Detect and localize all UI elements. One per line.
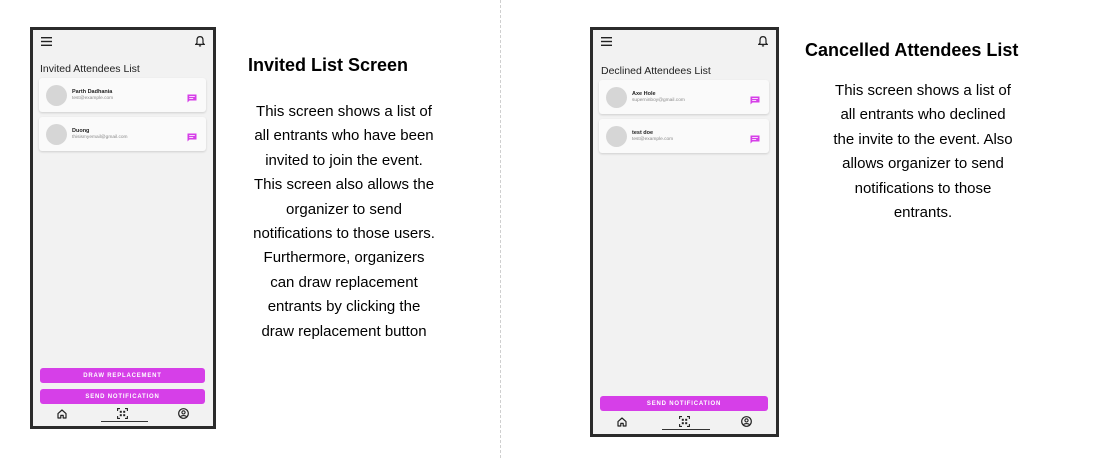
attendee-card[interactable]: test doe test@example.com	[599, 119, 769, 153]
send-notification-button[interactable]: SEND NOTIFICATION	[40, 389, 205, 404]
attendee-name: Axe Hole	[632, 90, 656, 97]
hamburger-menu-icon[interactable]	[601, 36, 612, 46]
declined-list-phone-screen: Declined Attendees List Axe Hole superni…	[590, 27, 779, 437]
attendee-card[interactable]: Duong thisismyemail@gmail.com	[39, 117, 206, 151]
bell-icon[interactable]	[758, 35, 768, 47]
home-icon[interactable]	[57, 406, 67, 424]
hamburger-menu-icon[interactable]	[41, 36, 52, 46]
attendee-card[interactable]: Axe Hole superninboy@gmail.com	[599, 80, 769, 114]
avatar	[606, 86, 627, 108]
attendee-email: test@example.com	[72, 95, 114, 101]
screen-title: Declined Attendees List	[601, 65, 711, 77]
attendee-name: Parth Dadhania	[72, 88, 113, 95]
account-circle-icon[interactable]	[741, 414, 752, 432]
top-app-bar	[33, 30, 213, 52]
bottom-navigation	[593, 412, 776, 434]
nav-active-indicator	[662, 428, 710, 430]
attendee-name: Duong	[72, 127, 90, 134]
chat-bubble-icon[interactable]	[750, 92, 760, 110]
chat-bubble-icon[interactable]	[187, 90, 197, 108]
account-circle-icon[interactable]	[178, 406, 189, 424]
attendee-card[interactable]: Parth Dadhania test@example.com	[39, 78, 206, 112]
bell-icon[interactable]	[195, 35, 205, 47]
nav-active-indicator	[101, 420, 148, 422]
section-heading: Cancelled Attendees List	[805, 40, 1019, 60]
bottom-navigation	[33, 404, 213, 426]
section-heading: Invited List Screen	[248, 55, 409, 75]
attendee-email: test@example.com	[632, 136, 674, 142]
avatar	[46, 123, 67, 145]
chat-bubble-icon[interactable]	[750, 131, 760, 149]
attendee-name: test doe	[632, 129, 654, 136]
avatar	[46, 84, 67, 106]
section-description: This screen shows a list of all entrants…	[253, 103, 435, 340]
draw-replacement-button[interactable]: DRAW REPLACEMENT	[40, 368, 205, 383]
attendee-email: thisismyemail@gmail.com	[72, 134, 128, 140]
section-divider	[500, 0, 501, 458]
send-notification-button[interactable]: SEND NOTIFICATION	[600, 396, 768, 411]
attendee-email: superninboy@gmail.com	[632, 97, 685, 103]
invited-list-phone-screen: Invited Attendees List Parth Dadhania te…	[30, 27, 216, 429]
section-description: This screen shows a list of all entrants…	[833, 82, 1013, 222]
chat-bubble-icon[interactable]	[187, 129, 197, 147]
top-app-bar	[593, 30, 776, 52]
screen-title: Invited Attendees List	[40, 63, 140, 75]
home-icon[interactable]	[617, 414, 627, 432]
avatar	[606, 125, 627, 147]
